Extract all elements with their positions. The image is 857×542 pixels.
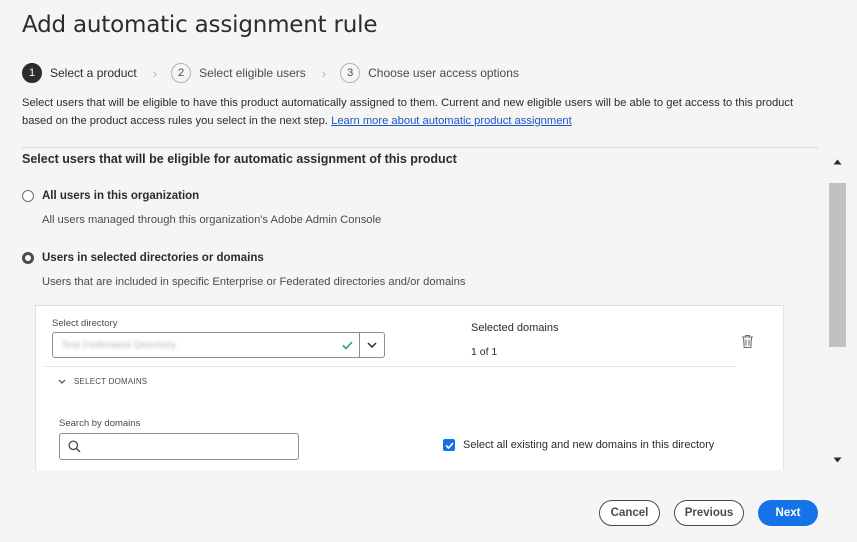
radio-description: Users that are included in specific Ente… — [42, 276, 466, 288]
step-label-3: Choose user access options — [368, 66, 519, 80]
card-divider — [44, 366, 735, 367]
step-label-2: Select eligible users — [199, 66, 306, 80]
check-icon — [335, 333, 359, 357]
next-button[interactable]: Next — [758, 500, 818, 526]
directory-select-value: Test Federated Directory — [61, 339, 176, 351]
step-select-eligible-users: 2 Select eligible users — [171, 63, 306, 83]
cancel-button[interactable]: Cancel — [599, 500, 660, 526]
step-number-2: 2 — [171, 63, 192, 83]
select-all-domains-checkbox-row[interactable]: Select all existing and new domains in t… — [443, 439, 714, 451]
scrollbar[interactable] — [829, 155, 846, 467]
step-label-1: Select a product — [50, 66, 137, 80]
scroll-content: Select users that will be eligible for a… — [22, 148, 824, 470]
footer-actions: Cancel Previous Next — [599, 500, 818, 526]
search-label: Search by domains — [59, 418, 141, 429]
step-number-3: 3 — [340, 63, 361, 83]
section-heading: Select users that will be eligible for a… — [22, 152, 457, 166]
select-domains-label: SELECT DOMAINS — [74, 377, 148, 386]
checkbox-checked[interactable] — [443, 439, 455, 451]
trash-icon[interactable] — [739, 332, 755, 350]
domain-search-field[interactable] — [59, 433, 299, 460]
domain-search-input[interactable] — [87, 440, 298, 453]
chevron-down-icon — [58, 379, 66, 384]
selected-domains-count: 1 of 1 — [471, 346, 498, 358]
radio-all-users[interactable]: All users in this organization — [22, 190, 199, 202]
radio-description: All users managed through this organizat… — [42, 214, 382, 226]
scrollbar-thumb[interactable] — [829, 183, 846, 347]
radio-label: Users in selected directories or domains — [42, 252, 264, 264]
chevron-down-icon[interactable] — [359, 333, 384, 357]
directory-card: Select directory Test Federated Director… — [35, 305, 784, 470]
learn-more-link[interactable]: Learn more about automatic product assig… — [331, 115, 572, 127]
step-number-1: 1 — [22, 63, 42, 83]
select-all-domains-label: Select all existing and new domains in t… — [463, 439, 715, 451]
previous-button[interactable]: Previous — [674, 500, 744, 526]
chevron-right-icon: › — [321, 65, 327, 81]
search-icon — [68, 440, 81, 453]
radio-label: All users in this organization — [42, 190, 200, 202]
step-user-access-options: 3 Choose user access options — [340, 63, 519, 83]
page-title: Add automatic assignment rule — [22, 12, 378, 38]
step-select-product: 1 Select a product — [22, 63, 137, 83]
scroll-up-icon[interactable] — [829, 155, 846, 169]
scroll-down-icon[interactable] — [829, 453, 846, 467]
select-domains-toggle[interactable]: SELECT DOMAINS — [58, 377, 147, 386]
chevron-right-icon: › — [152, 65, 158, 81]
description: Select users that will be eligible to ha… — [22, 95, 822, 130]
radio-button[interactable] — [22, 190, 34, 202]
selected-domains-title: Selected domains — [471, 322, 559, 334]
directory-select[interactable]: Test Federated Directory — [52, 332, 385, 358]
stepper: 1 Select a product › 2 Select eligible u… — [22, 62, 519, 84]
radio-selected-directories[interactable]: Users in selected directories or domains — [22, 252, 264, 264]
select-directory-label: Select directory — [52, 318, 118, 329]
radio-button[interactable] — [22, 252, 34, 264]
